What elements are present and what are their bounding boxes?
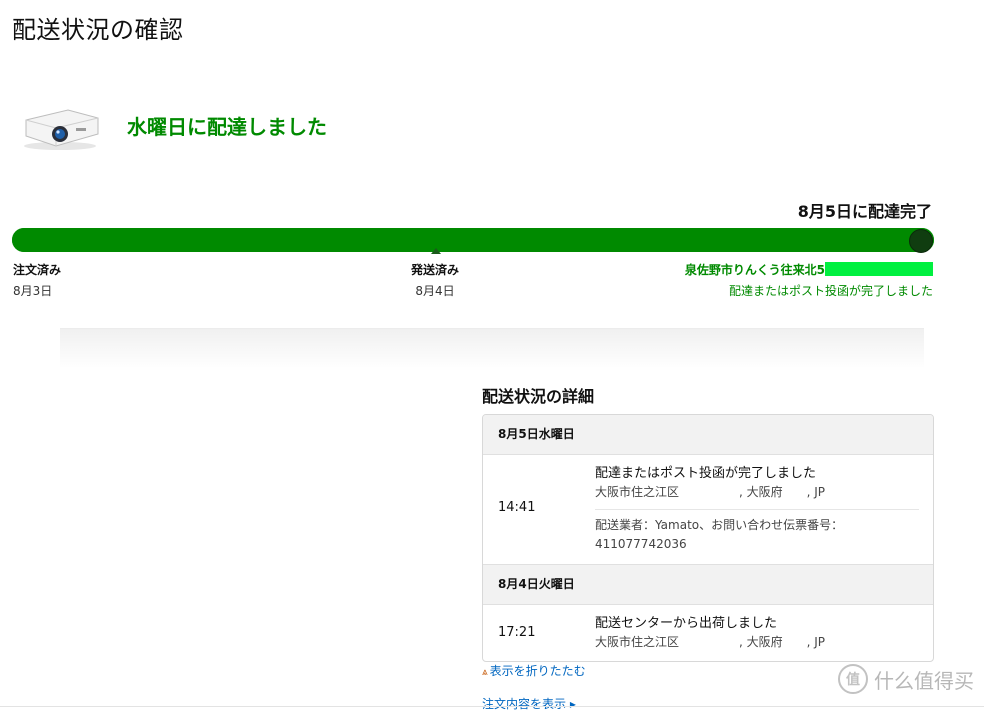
progress-current-dot — [909, 229, 933, 253]
milestone-shipped: 発送済み 8月4日 — [411, 261, 459, 299]
milestone-label: 泉佐野市りんくう往来北5 — [685, 261, 933, 278]
tracking-details-title: 配送状況の詳細 — [482, 387, 595, 406]
order-link-label: 注文内容を表示 — [482, 697, 567, 711]
milestone-note: 配達またはポスト投函が完了しました — [728, 284, 933, 298]
tracking-details-panel: 8月5日水曜日 14:41 配達またはポスト投函が完了しました 大阪市住之江区 … — [482, 414, 934, 662]
event-location: 大阪市住之江区 , 大阪府 , JP — [595, 635, 826, 649]
day-header: 8月4日火曜日 — [483, 564, 933, 605]
chevron-up-icon: ⩓ — [482, 667, 488, 678]
event-time: 14:41 — [498, 500, 536, 515]
collapse-link-label: 表示を折りたたむ — [489, 664, 586, 678]
event-status: 配達またはポスト投函が完了しました — [595, 466, 817, 481]
day-header: 8月5日水曜日 — [483, 415, 933, 455]
collapse-details-link[interactable]: ⩓ 表示を折りたたむ — [482, 662, 586, 679]
milestone-label: 発送済み — [411, 263, 460, 277]
watermark-logo-icon: 值 — [838, 664, 868, 694]
milestone-delivered: 泉佐野市りんくう往来北5 配達またはポスト投函が完了しました — [685, 261, 933, 299]
watermark-text: 什么值得买 — [874, 668, 974, 693]
event-body: 配達またはポスト投函が完了しました 大阪市住之江区 , 大阪府 , JP 配送業… — [595, 465, 919, 554]
milestone-date: 8月3日 — [13, 284, 53, 298]
milestone-ordered: 注文済み 8月3日 — [13, 261, 61, 299]
redaction-bar — [825, 262, 933, 276]
projector-product-image — [24, 109, 99, 150]
delivered-date-label: 8月5日に配達完了 — [797, 202, 932, 221]
tracking-event: 14:41 配達またはポスト投函が完了しました 大阪市住之江区 , 大阪府 , … — [483, 455, 933, 564]
view-order-link[interactable]: 注文内容を表示 ▸ — [482, 695, 576, 712]
watermark: 值 什么值得买 — [838, 664, 974, 694]
delivery-address: 泉佐野市りんくう往来北5 — [684, 263, 825, 277]
event-carrier-info: 配送業者：Yamato、お問い合わせ伝票番号：411077742036 — [595, 518, 844, 551]
delivery-status-headline: 水曜日に配達しました — [127, 115, 327, 139]
event-time: 17:21 — [498, 625, 536, 640]
milestone-label: 注文済み — [13, 263, 62, 277]
event-body: 配送センターから出荷しました 大阪市住之江区 , 大阪府 , JP — [595, 615, 919, 651]
footer-divider — [0, 706, 984, 707]
event-separator — [595, 509, 919, 510]
page-title: 配送状況の確認 — [12, 16, 184, 44]
shipped-marker-icon — [431, 248, 441, 254]
delivery-progress-fill — [12, 228, 934, 252]
event-status: 配送センターから出荷しました — [595, 616, 778, 631]
section-divider — [60, 328, 924, 369]
delivery-progress-bar — [12, 228, 934, 253]
tracking-event: 17:21 配送センターから出荷しました 大阪市住之江区 , 大阪府 , JP — [483, 605, 933, 661]
milestone-date: 8月4日 — [415, 284, 455, 298]
event-location: 大阪市住之江区 , 大阪府 , JP — [595, 485, 826, 499]
chevron-right-icon: ▸ — [569, 697, 576, 711]
